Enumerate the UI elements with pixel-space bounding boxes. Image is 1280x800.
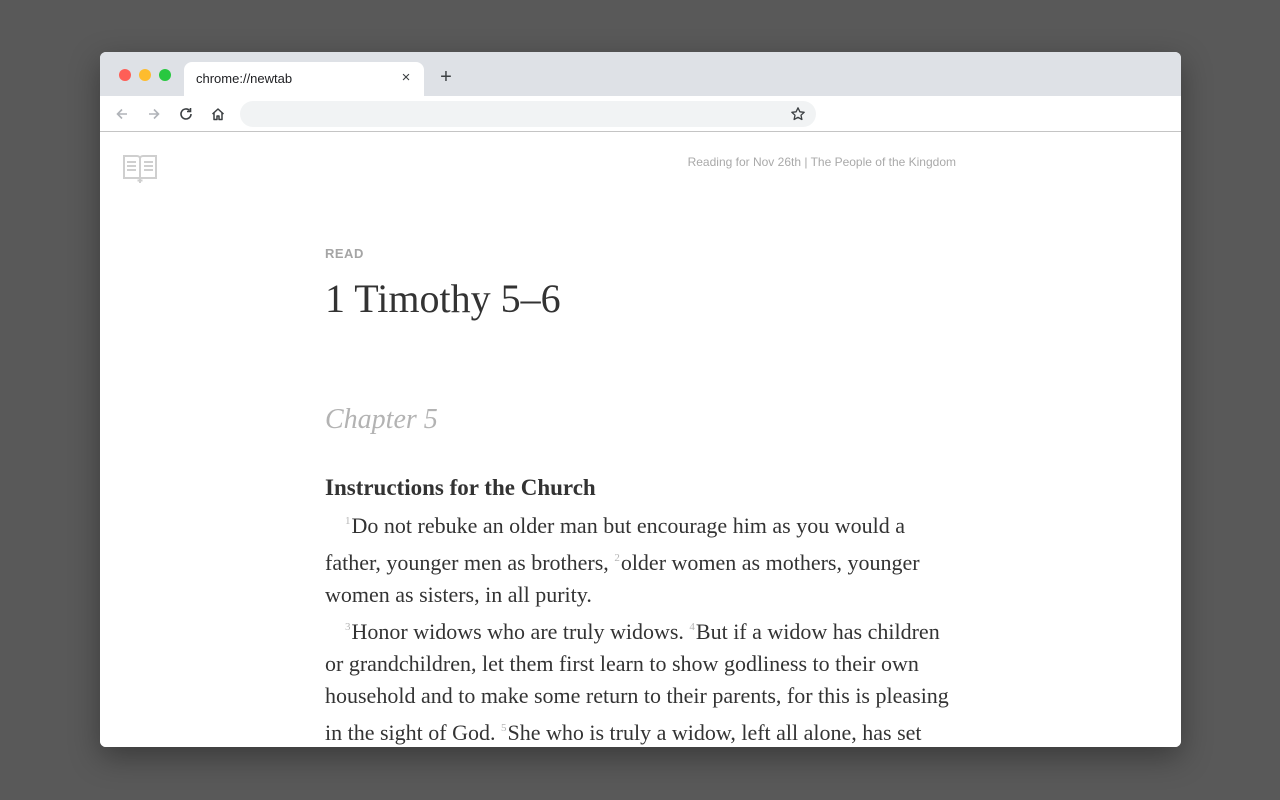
verse-text: 1Do not rebuke an older man but encourag…	[325, 505, 955, 747]
back-icon[interactable]	[112, 104, 132, 124]
verse-number: 2	[614, 552, 620, 564]
tab-title: chrome://newtab	[196, 71, 293, 86]
address-bar[interactable]	[240, 101, 816, 127]
tab-strip: chrome://newtab × +	[100, 52, 1181, 96]
home-icon[interactable]	[208, 104, 228, 124]
paragraph: 3Honor widows who are truly widows. 4But…	[325, 611, 955, 747]
open-book-logo-icon[interactable]	[123, 154, 157, 184]
reading-article: READ 1 Timothy 5–6 Chapter 5 Instruction…	[325, 246, 955, 747]
section-heading: Instructions for the Church	[325, 475, 596, 500]
chapter-title: Chapter 5	[325, 404, 438, 435]
verse: Honor widows who are truly widows.	[351, 619, 690, 644]
browser-window: chrome://newtab × + Reading for Nov 26th…	[100, 52, 1181, 747]
read-label: READ	[325, 246, 364, 261]
maximize-window-button[interactable]	[159, 69, 171, 81]
verse-number: 1	[345, 515, 351, 527]
paragraph: 1Do not rebuke an older man but encourag…	[325, 505, 955, 611]
minimize-window-button[interactable]	[139, 69, 151, 81]
reading-info: Reading for Nov 26th | The People of the…	[687, 155, 956, 169]
reload-icon[interactable]	[176, 104, 196, 124]
new-tab-button[interactable]: +	[436, 67, 456, 87]
verse-number: 3	[345, 621, 351, 633]
tab-newtab[interactable]: chrome://newtab ×	[184, 62, 424, 96]
verse-number: 5	[501, 722, 507, 734]
passage-title: 1 Timothy 5–6	[325, 276, 561, 321]
close-window-button[interactable]	[119, 69, 131, 81]
tab-close-icon[interactable]: ×	[398, 70, 414, 86]
verse-number: 4	[689, 621, 695, 633]
page-content: Reading for Nov 26th | The People of the…	[100, 133, 1181, 747]
browser-toolbar	[100, 96, 1181, 132]
bookmark-star-icon[interactable]	[790, 106, 806, 122]
forward-icon[interactable]	[144, 104, 164, 124]
